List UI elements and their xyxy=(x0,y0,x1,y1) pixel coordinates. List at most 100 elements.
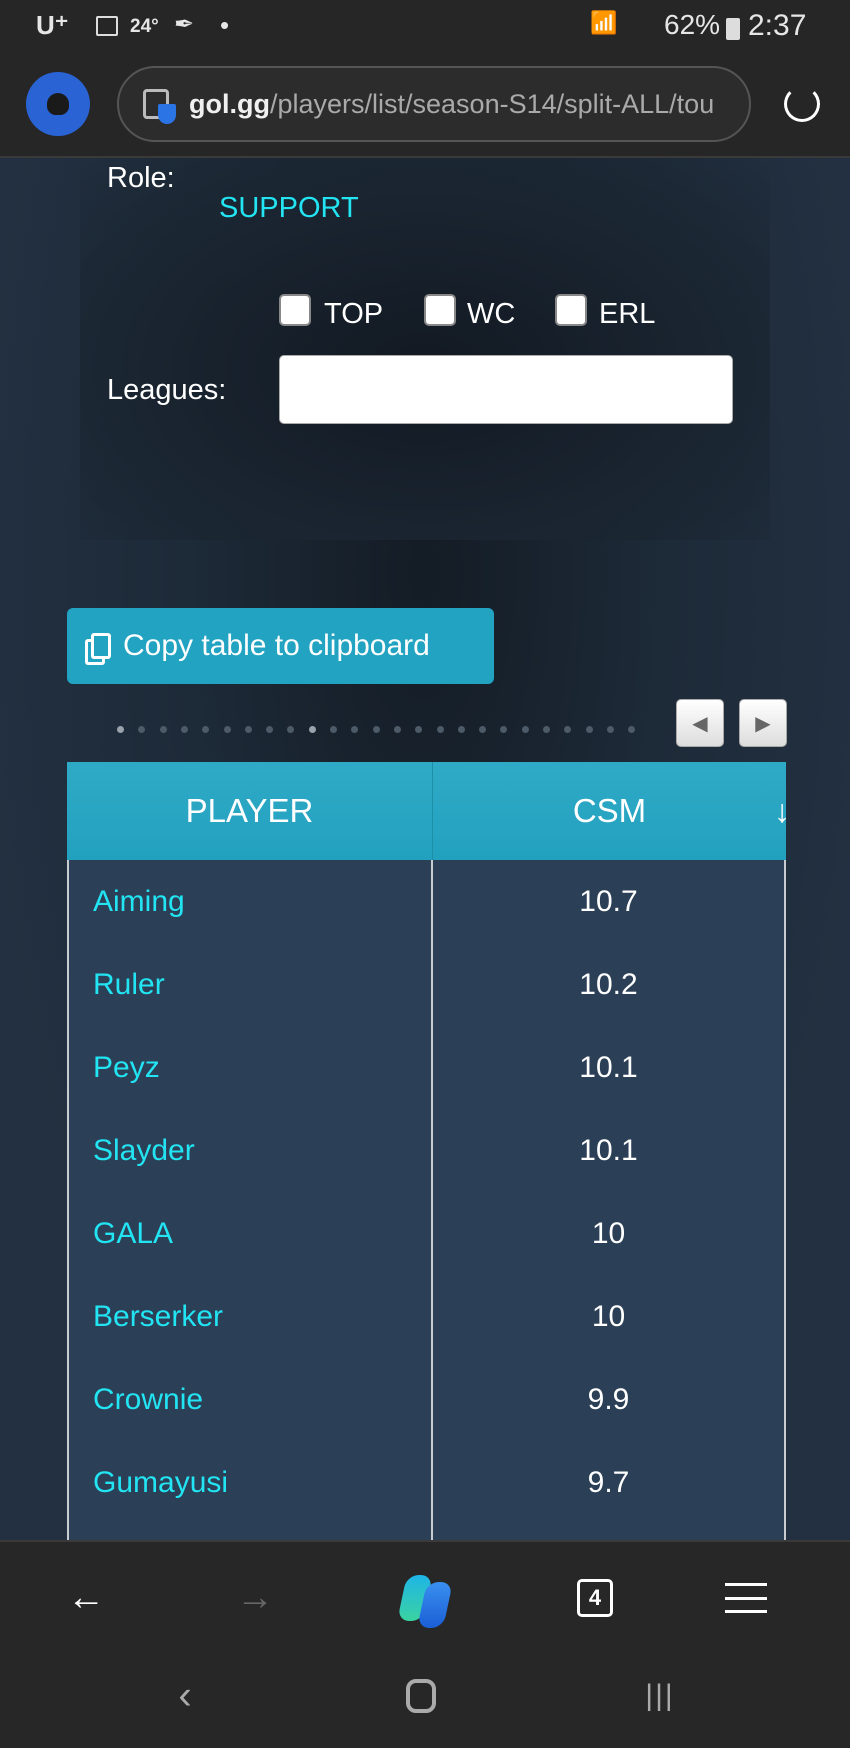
leagues-label: Leagues: xyxy=(107,374,227,406)
profile-avatar[interactable] xyxy=(26,72,90,136)
pager-dot[interactable] xyxy=(415,726,423,733)
pager-dot[interactable] xyxy=(521,726,529,733)
lock-shield-icon[interactable] xyxy=(143,89,176,124)
checkbox-wc[interactable] xyxy=(424,294,456,326)
pager-dot[interactable] xyxy=(138,726,146,733)
pager-dot[interactable] xyxy=(585,726,593,733)
pager-dot[interactable] xyxy=(606,726,614,733)
checkbox-top-label: TOP xyxy=(324,298,384,330)
player-name-link[interactable]: Crownie xyxy=(67,1358,433,1441)
header-csm[interactable]: CSM ↓ xyxy=(433,762,790,860)
table-row: Gumayusi 9.7 xyxy=(67,1441,786,1524)
system-back-icon[interactable]: ‹ xyxy=(178,1674,191,1719)
csm-value: 9.7 xyxy=(433,1441,786,1524)
scroll-right-button[interactable]: ▶ xyxy=(739,699,787,747)
table-row: Peyz 10.1 xyxy=(67,1026,786,1109)
player-name-link[interactable]: Berserker xyxy=(67,1275,433,1358)
system-recents-icon[interactable]: ||| xyxy=(645,1679,674,1713)
reload-icon[interactable] xyxy=(784,86,820,122)
pager-dot[interactable] xyxy=(351,726,359,733)
tabs-button[interactable]: 4 xyxy=(577,1579,613,1617)
table-row: GALA 10 xyxy=(67,1192,786,1275)
system-home-icon[interactable] xyxy=(406,1679,436,1713)
player-name-link[interactable]: Peyz xyxy=(67,1026,433,1109)
checkbox-wc-label: WC xyxy=(467,298,516,330)
back-arrow-icon[interactable]: ← xyxy=(67,1577,105,1620)
copy-button-label: Copy table to clipboard xyxy=(123,629,430,662)
player-name-link[interactable]: Gumayusi xyxy=(67,1441,433,1524)
checkbox-top[interactable] xyxy=(279,294,311,326)
pager-dot[interactable] xyxy=(330,726,337,733)
table-row: Slayder 10.1 xyxy=(67,1109,786,1192)
checkbox-erl-label: ERL xyxy=(599,298,656,330)
player-name-link[interactable]: Ruler xyxy=(67,943,433,1026)
address-bar[interactable]: gol.gg/players/list/season-S14/split-ALL… xyxy=(117,66,751,142)
table-row: Crownie 9.9 xyxy=(67,1358,786,1441)
table-row xyxy=(67,1524,786,1540)
csm-value: 10 xyxy=(433,1192,786,1275)
dot-icon: • xyxy=(220,10,230,40)
pager-dot[interactable] xyxy=(457,726,465,733)
battery-percent: 62% xyxy=(664,9,721,40)
player-name-link[interactable]: Slayder xyxy=(67,1109,433,1192)
browser-bottom-bar: ← → 4 xyxy=(0,1540,850,1639)
pager-dot[interactable] xyxy=(308,726,316,733)
pager-dot[interactable] xyxy=(372,726,380,733)
pager-dot[interactable] xyxy=(564,726,572,733)
temperature: 24° xyxy=(130,16,159,37)
table-row: Aiming 10.7 xyxy=(67,860,786,943)
copilot-icon[interactable] xyxy=(395,1568,455,1628)
checkbox-erl[interactable] xyxy=(555,294,587,326)
copy-table-button[interactable]: Copy table to clipboard xyxy=(67,608,494,684)
csm-value: 10.7 xyxy=(433,860,786,943)
pager-dot[interactable] xyxy=(287,726,295,733)
pager-dot[interactable] xyxy=(500,726,508,733)
carrier-label: U⁺ xyxy=(36,10,69,40)
url-domain: gol.gg xyxy=(189,88,270,119)
url-path: /players/list/season-S14/split-ALL/tou xyxy=(269,88,715,119)
scroll-left-button[interactable]: ◀ xyxy=(676,699,724,747)
player-name-link[interactable] xyxy=(67,1524,433,1540)
player-name-link[interactable]: GALA xyxy=(67,1192,433,1275)
role-value-support[interactable]: SUPPORT xyxy=(219,192,359,225)
status-bar: U⁺ 24° ✒ • 📶 62% 2:37 xyxy=(0,0,850,56)
pager-dot[interactable] xyxy=(628,726,636,733)
pager-dot[interactable] xyxy=(244,726,252,733)
pager-dot[interactable] xyxy=(180,726,188,733)
pager-dot[interactable] xyxy=(117,726,124,733)
csm-value xyxy=(433,1524,786,1540)
sort-down-icon[interactable]: ↓ xyxy=(774,793,790,830)
battery-icon xyxy=(726,18,740,40)
wifi-signal-icon: 📶 xyxy=(590,10,618,35)
forward-arrow-icon[interactable]: → xyxy=(236,1577,274,1620)
pager-dot[interactable] xyxy=(266,726,274,733)
csm-value: 10.2 xyxy=(433,943,786,1026)
csm-value: 9.9 xyxy=(433,1358,786,1441)
player-name-link[interactable]: Aiming xyxy=(67,860,433,943)
header-player[interactable]: PLAYER xyxy=(67,762,433,860)
caret-left-icon: ◀ xyxy=(692,712,708,735)
pager-dot[interactable] xyxy=(223,726,231,733)
pager-dot[interactable] xyxy=(543,726,550,733)
role-label: Role: xyxy=(107,162,175,194)
gallery-icon xyxy=(96,16,118,36)
pager-dot[interactable] xyxy=(202,726,210,733)
table-row: Berserker 10 xyxy=(67,1275,786,1358)
pager-dot[interactable] xyxy=(436,726,444,733)
table-header: PLAYER CSM ↓ xyxy=(67,762,790,860)
table-row: Ruler 10.2 xyxy=(67,943,786,1026)
copy-icon xyxy=(91,633,111,659)
leagues-input[interactable] xyxy=(279,355,733,424)
csm-value: 10 xyxy=(433,1275,786,1358)
system-nav-bar: ‹ ||| xyxy=(0,1639,850,1748)
players-table: PLAYER CSM ↓ Aiming 10.7 Ruler 10.2 Peyz 10.1… xyxy=(67,762,790,1540)
table-body: Aiming 10.7 Ruler 10.2 Peyz 10.1 Slayder 10.1 GA… xyxy=(67,860,786,1540)
pager-dot[interactable] xyxy=(159,726,167,733)
user-icon xyxy=(47,93,69,115)
browser-toolbar: gol.gg/players/list/season-S14/split-ALL… xyxy=(0,56,850,158)
pager-dot[interactable] xyxy=(479,726,487,733)
filter-panel xyxy=(80,158,770,540)
menu-icon[interactable] xyxy=(725,1583,767,1613)
pager-dot[interactable] xyxy=(393,726,401,733)
header-csm-label: CSM xyxy=(572,792,647,829)
